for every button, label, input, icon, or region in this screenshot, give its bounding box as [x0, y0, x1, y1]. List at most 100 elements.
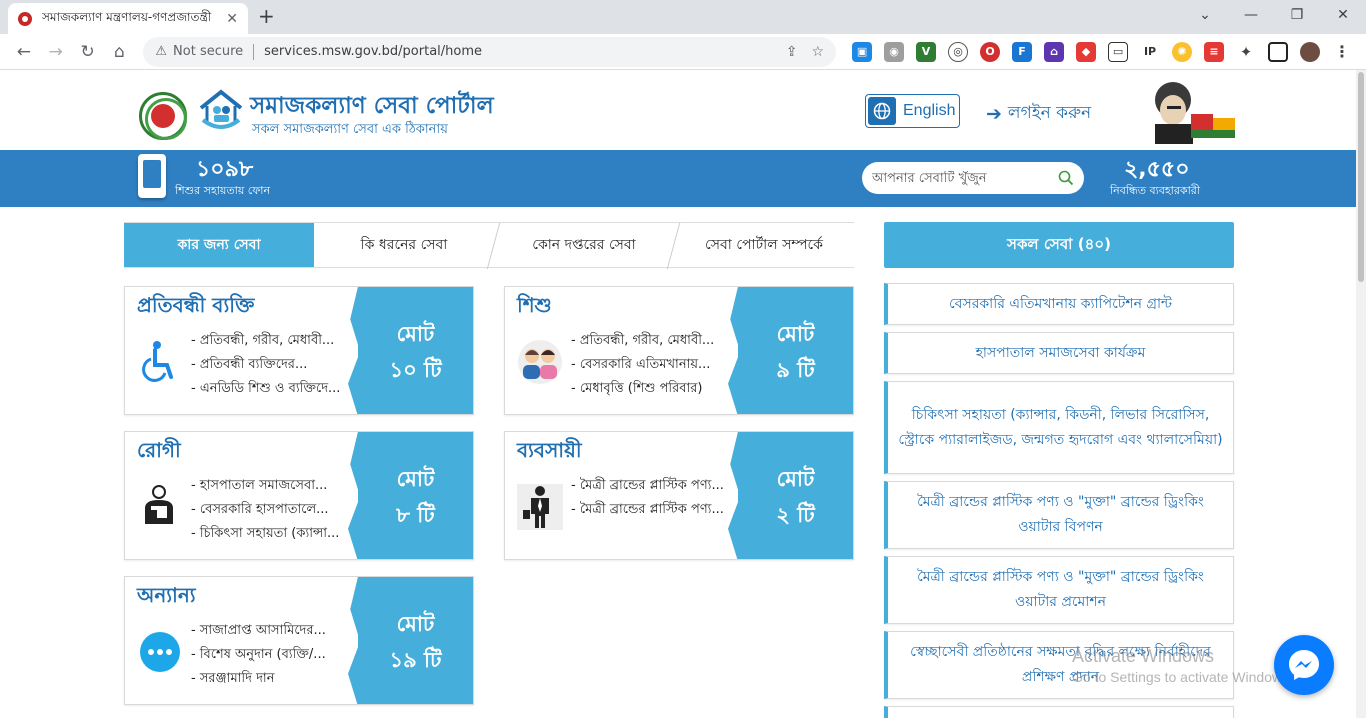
tab-for-whom[interactable]: কার জন্য সেবা	[124, 223, 314, 267]
category-card-children[interactable]: শিশু - প্রতিবন্ধী, গরীব, মেধাবী... - বেস…	[504, 286, 854, 415]
total-count: ২ টি	[776, 502, 815, 527]
total-count: ১০ টি	[389, 357, 442, 382]
list-item[interactable]: - প্রতিবন্ধী, গরীব, মেধাবী...	[191, 329, 361, 353]
service-link[interactable]: মৈত্রী ব্রান্ডের প্লাস্টিক পণ্য ও "মুক্ত…	[884, 556, 1234, 624]
info-bar: ১০৯৮ শিশুর সহায়তায় ফোন ২,৫৫০ নিবন্ধিত …	[0, 150, 1356, 207]
list-item[interactable]: - সরঞ্জামাদি দান	[191, 667, 361, 691]
category-service-list: - সাজাপ্রাপ্ত আসামিদের... - বিশেষ অনুদান…	[191, 619, 361, 691]
messenger-chat-button[interactable]	[1274, 635, 1334, 695]
extension-12-icon[interactable]: ≡	[1204, 41, 1225, 62]
page-content: সমাজকল্যাণ সেবা পোর্টাল সকল সমাজকল্যাণ স…	[0, 70, 1356, 718]
browser-tabbar: সমাজকল্যাণ মন্ত্রণালয়-গণপ্রজাতন্ত্রী ✕ …	[0, 0, 1366, 34]
service-link[interactable]: বেসরকারি এতিমখানায় ক্যাপিটেশন গ্রান্ট	[884, 283, 1234, 325]
list-item[interactable]: - হাসপাতাল সমাজসেবা...	[191, 474, 361, 498]
extension-4-icon[interactable]: ◎	[948, 41, 969, 62]
category-total[interactable]: মোট ২ টি	[738, 432, 853, 559]
category-title[interactable]: অন্যান্য	[137, 581, 196, 614]
watermark-line-2: Go to Settings to activate Windows.	[1072, 669, 1293, 685]
more-icon	[140, 632, 180, 672]
government-logo[interactable]	[139, 92, 187, 140]
category-total[interactable]: মোট ১০ টি	[358, 287, 473, 414]
category-title[interactable]: ব্যবসায়ী	[517, 436, 582, 469]
tab-office[interactable]: কোন দপ্তরের সেবা	[494, 223, 681, 269]
category-title[interactable]: প্রতিবন্ধী ব্যক্তি	[137, 291, 254, 324]
list-item[interactable]: - প্রতিবন্ধী, গরীব, মেধাবী...	[571, 329, 741, 353]
list-item[interactable]: - সাজাপ্রাপ্ত আসামিদের...	[191, 619, 361, 643]
category-title[interactable]: রোগী	[137, 436, 181, 469]
camera-extension-icon[interactable]: ◉	[884, 41, 905, 62]
all-services-header[interactable]: সকল সেবা (৪০)	[884, 222, 1234, 268]
close-window-icon[interactable]: ✕	[1320, 0, 1366, 30]
windows-activation-watermark: Activate Windows Go to Settings to activ…	[1072, 646, 1293, 685]
search-input[interactable]	[872, 170, 1058, 186]
service-link[interactable]: মৈত্রী ব্রান্ডের প্লাস্টিক পণ্য ও "মুক্ত…	[884, 481, 1234, 549]
extension-6-icon[interactable]: F	[1012, 41, 1033, 62]
list-item[interactable]: - চিকিৎসা সহায়তা (ক্যান্সা...	[191, 522, 361, 546]
back-icon[interactable]: ←	[8, 38, 40, 66]
opera-extension-icon[interactable]: O	[980, 41, 1001, 62]
tab-label: কি ধরনের সেবা	[360, 237, 448, 253]
list-item[interactable]: - প্রতিবন্ধী ব্যক্তিদের...	[191, 353, 361, 377]
tab-title: সমাজকল্যাণ মন্ত্রণালয়-গণপ্রজাতন্ত্রী	[42, 9, 212, 24]
close-tab-icon[interactable]: ✕	[226, 11, 238, 27]
sidepanel-icon[interactable]	[1268, 41, 1289, 62]
page-scrollbar[interactable]	[1356, 70, 1366, 718]
browser-tab[interactable]: সমাজকল্যাণ মন্ত্রণালয়-গণপ্রজাতন্ত্রী ✕	[8, 3, 248, 34]
share-icon[interactable]: ⇪	[786, 44, 798, 60]
list-item[interactable]: - বেসরকারি হাসপাতালে...	[191, 498, 361, 522]
tab-about-portal[interactable]: সেবা পোর্টাল সম্পর্কে	[674, 223, 854, 267]
children-icon	[518, 340, 562, 384]
login-button[interactable]: ➔ লগইন করুন	[986, 100, 1091, 128]
list-item[interactable]: - মৈত্রী ব্রান্ডের প্লাস্টিক পণ্য...	[571, 498, 741, 522]
service-link-partial[interactable]	[884, 706, 1234, 718]
list-item[interactable]: - বেসরকারি এতিমখানায়...	[571, 353, 741, 377]
category-card-disabled[interactable]: প্রতিবন্ধী ব্যক্তি - প্রতিবন্ধী, গরীব, ম…	[124, 286, 474, 415]
patient-icon	[145, 485, 173, 524]
service-link[interactable]: হাসপাতাল সমাজসেবা কার্যক্রম	[884, 332, 1234, 374]
category-total[interactable]: মোট ৯ টি	[738, 287, 853, 414]
category-card-patient[interactable]: রোগী - হাসপাতাল সমাজসেবা... - বেসরকারি হ…	[124, 431, 474, 560]
minimize-icon[interactable]: —	[1228, 0, 1274, 30]
profile-avatar[interactable]	[1300, 41, 1321, 62]
category-total[interactable]: মোট ১৯ টি	[358, 577, 473, 704]
vue-extension-icon[interactable]: V	[916, 41, 937, 62]
reload-icon[interactable]: ↻	[72, 38, 104, 66]
list-item[interactable]: - মেধাবৃত্তি (শিশু পরিবার)	[571, 377, 741, 401]
warning-icon: ⚠	[155, 44, 168, 59]
browser-toolbar: ← → ↻ ⌂ ⚠ Not secure services.msw.gov.bd…	[0, 34, 1366, 70]
category-card-businessman[interactable]: ব্যবসায়ী - মৈত্রী ব্রান্ডের প্লাস্টিক প…	[504, 431, 854, 560]
extension-7-icon[interactable]: ⌂	[1044, 41, 1065, 62]
search-icon[interactable]	[1058, 170, 1074, 186]
category-title[interactable]: শিশু	[517, 291, 552, 324]
extension-8-icon[interactable]: ◆	[1076, 41, 1097, 62]
login-label: লগইন করুন	[1007, 103, 1092, 123]
security-label: Not secure	[173, 44, 244, 59]
new-tab-icon[interactable]: +	[258, 4, 275, 28]
restore-icon[interactable]: ❐	[1274, 0, 1320, 30]
tab-service-type[interactable]: কি ধরনের সেবা	[314, 223, 501, 269]
list-item[interactable]: - এনডিডি শিশু ও ব্যক্তিদে...	[191, 377, 361, 401]
url-text[interactable]: services.msw.gov.bd/portal/home	[264, 44, 772, 59]
language-label: English	[903, 102, 956, 119]
tab-search-icon[interactable]: ⌄	[1182, 0, 1228, 30]
ip-extension-icon[interactable]: IP	[1140, 41, 1161, 62]
extensions-puzzle-icon[interactable]: ✦	[1236, 41, 1257, 62]
forward-icon[interactable]: →	[40, 38, 72, 66]
service-search	[862, 162, 1084, 194]
language-button[interactable]: English	[865, 94, 960, 128]
scrollbar-thumb[interactable]	[1358, 72, 1364, 282]
service-link[interactable]: চিকিৎসা সহায়তা (ক্যান্সার, কিডনী, লিভার…	[884, 381, 1234, 474]
bookmark-star-icon[interactable]: ☆	[811, 44, 824, 60]
extension-1-icon[interactable]: ▣	[852, 41, 873, 62]
category-card-others[interactable]: অন্যান্য - সাজাপ্রাপ্ত আসামিদের... - বিশ…	[124, 576, 474, 705]
list-item[interactable]: - বিশেষ অনুদান (ব্যক্তি/...	[191, 643, 361, 667]
home-icon[interactable]: ⌂	[104, 38, 136, 66]
extension-11-icon[interactable]: ✺	[1172, 41, 1193, 62]
list-item[interactable]: - মৈত্রী ব্রান্ডের প্লাস্টিক পণ্য...	[571, 474, 741, 498]
menu-kebab-icon[interactable]: ⋮	[1332, 41, 1353, 62]
category-service-list: - মৈত্রী ব্রান্ডের প্লাস্টিক পণ্য... - ম…	[571, 474, 741, 522]
portal-logo-icon[interactable]	[197, 86, 245, 134]
category-total[interactable]: মোট ৮ টি	[358, 432, 473, 559]
extension-9-icon[interactable]: ▭	[1108, 41, 1129, 62]
address-bar[interactable]: ⚠ Not secure services.msw.gov.bd/portal/…	[143, 36, 837, 67]
